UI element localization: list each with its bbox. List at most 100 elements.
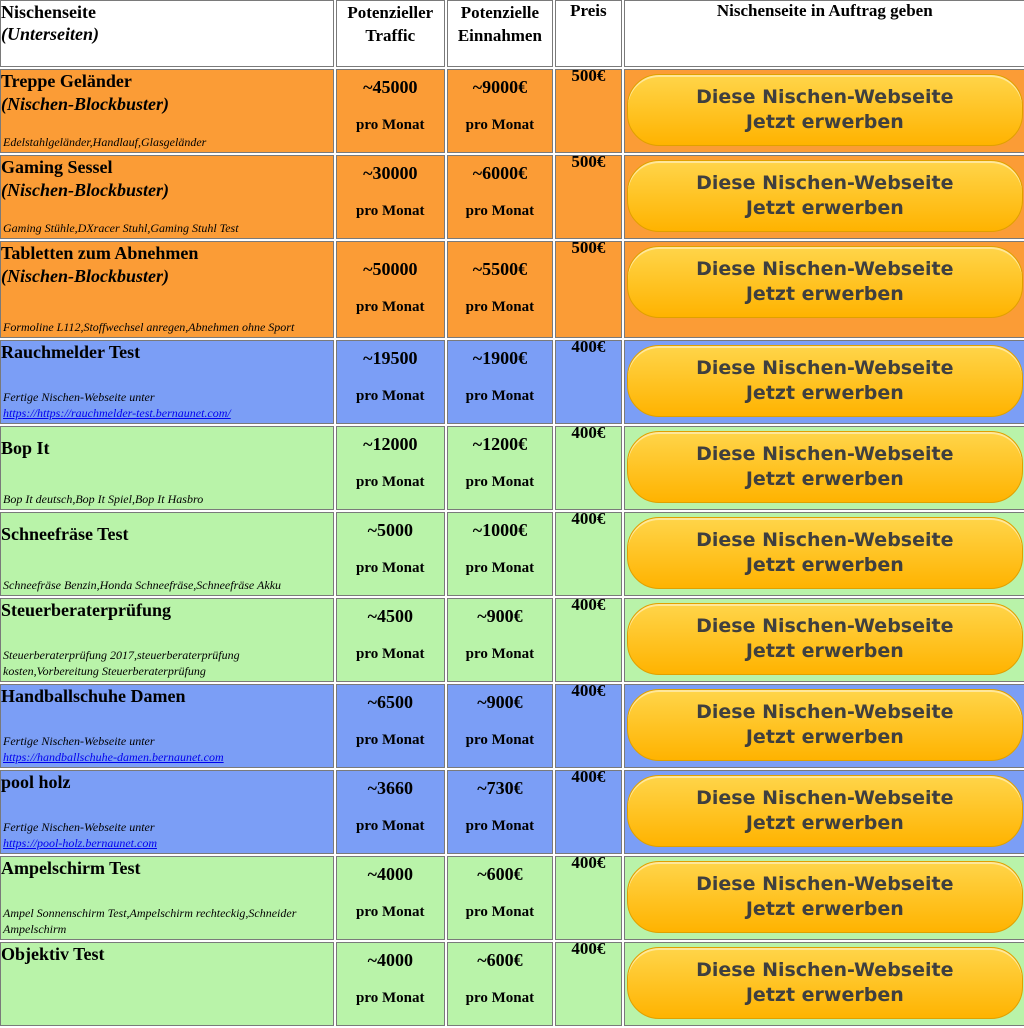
price-cell: 400€ bbox=[555, 767, 622, 854]
income-cell: ~730€ pro Monat bbox=[446, 770, 554, 854]
order-cell: Diese Nischen-Webseite Jetzt erwerben bbox=[623, 942, 1024, 1026]
traffic-cell: ~3660 pro Monat bbox=[335, 770, 445, 854]
price-value: 400€ bbox=[571, 939, 606, 958]
buy-button[interactable]: Diese Nischen-Webseite Jetzt erwerben bbox=[626, 246, 1023, 318]
price-value: 500€ bbox=[571, 66, 606, 85]
traffic-cell: ~19500 pro Monat bbox=[335, 340, 445, 424]
income-value: ~600€ bbox=[477, 864, 523, 884]
traffic-value: ~4000 bbox=[367, 950, 413, 970]
order-cell: Diese Nischen-Webseite Jetzt erwerben bbox=[623, 155, 1024, 239]
buy-button[interactable]: Diese Nischen-Webseite Jetzt erwerben bbox=[626, 74, 1023, 146]
income-cell: ~600€ pro Monat bbox=[446, 856, 554, 940]
traffic-value: ~5000 bbox=[367, 520, 413, 540]
niche-tag: (Nischen-Blockbuster) bbox=[1, 266, 169, 286]
buy-button[interactable]: Diese Nischen-Webseite Jetzt erwerben bbox=[626, 775, 1023, 847]
niche-keywords: Ampel Sonnenschirm Test,Ampelschirm rech… bbox=[3, 906, 297, 936]
traffic-value: ~12000 bbox=[363, 434, 418, 454]
buy-button-line1: Diese Nischen-Webseite bbox=[696, 701, 954, 723]
header-traffic-line1: Potenzieller bbox=[347, 3, 434, 22]
buy-button[interactable]: Diese Nischen-Webseite Jetzt erwerben bbox=[626, 431, 1023, 503]
income-cell: ~1000€ pro Monat bbox=[446, 512, 554, 596]
niche-title: Ampelschirm Test bbox=[1, 858, 141, 878]
buy-button[interactable]: Diese Nischen-Webseite Jetzt erwerben bbox=[626, 689, 1023, 761]
per-month-label: pro Monat bbox=[356, 203, 425, 219]
per-month-label: pro Monat bbox=[356, 646, 425, 662]
buy-button[interactable]: Diese Nischen-Webseite Jetzt erwerben bbox=[626, 160, 1023, 232]
buy-button-line2: Jetzt erwerben bbox=[745, 382, 904, 404]
niche-title: Bop It bbox=[1, 438, 50, 458]
niche-title: Rauchmelder Test bbox=[1, 342, 141, 362]
per-month-label: pro Monat bbox=[465, 904, 535, 920]
income-value: ~5500€ bbox=[472, 259, 528, 279]
niche-keywords: Edelstahlgeländer,Handlauf,Glasgeländer bbox=[3, 135, 207, 149]
per-month-label: pro Monat bbox=[356, 299, 425, 315]
table-row: Bop It Bop It deutsch,Bop It Spiel,Bop I… bbox=[0, 423, 1024, 510]
niche-link[interactable]: https://https://rauchmelder-test.bernaun… bbox=[3, 405, 329, 421]
income-value: ~6000€ bbox=[472, 163, 528, 183]
traffic-value: ~3660 bbox=[367, 778, 413, 798]
price-cell: 400€ bbox=[555, 595, 622, 682]
per-month-label: pro Monat bbox=[465, 203, 535, 219]
price-cell: 500€ bbox=[555, 238, 622, 338]
buy-button-line1: Diese Nischen-Webseite bbox=[696, 615, 954, 637]
per-month-label: pro Monat bbox=[465, 732, 535, 748]
header-niche-title: Nischenseite bbox=[1, 2, 96, 22]
niche-keywords: Fertige Nischen-Webseite unter https://ht… bbox=[3, 389, 329, 421]
niche-title: Handballschuhe Damen bbox=[1, 686, 186, 706]
niche-link[interactable]: https://handballschuhe-damen.bernaunet.c… bbox=[3, 749, 329, 765]
niche-keywords-text: Fertige Nischen-Webseite unter bbox=[3, 820, 155, 834]
niche-title: pool holz bbox=[1, 772, 71, 792]
order-cell: Diese Nischen-Webseite Jetzt erwerben bbox=[623, 770, 1024, 854]
traffic-cell: ~30000 pro Monat bbox=[335, 155, 445, 239]
niche-cell: Ampelschirm Test Ampel Sonnenschirm Test… bbox=[0, 856, 334, 940]
buy-button[interactable]: Diese Nischen-Webseite Jetzt erwerben bbox=[626, 517, 1023, 589]
buy-button[interactable]: Diese Nischen-Webseite Jetzt erwerben bbox=[626, 345, 1023, 417]
table-row: pool holz Fertige Nischen-Webseite unter… bbox=[0, 767, 1024, 854]
table-row: Rauchmelder Test Fertige Nischen-Webseit… bbox=[0, 337, 1024, 424]
price-cell: 400€ bbox=[555, 939, 622, 1026]
niche-link[interactable]: https://pool-holz.bernaunet.com bbox=[3, 835, 329, 851]
per-month-label: pro Monat bbox=[356, 560, 425, 576]
price-value: 400€ bbox=[571, 509, 606, 528]
niche-keywords: Fertige Nischen-Webseite unter https://ha… bbox=[3, 733, 329, 765]
price-value: 500€ bbox=[571, 152, 606, 171]
buy-button-line1: Diese Nischen-Webseite bbox=[696, 873, 954, 895]
niche-keywords: Formoline L112,Stoffwechsel anregen,Abne… bbox=[3, 320, 295, 334]
niche-cell: Treppe Geländer (Nischen-Blockbuster) Ed… bbox=[0, 69, 334, 153]
table-row: Handballschuhe Damen Fertige Nischen-Web… bbox=[0, 681, 1024, 768]
buy-button-line1: Diese Nischen-Webseite bbox=[696, 443, 954, 465]
price-cell: 500€ bbox=[555, 152, 622, 239]
niche-title: Steuerberaterprüfung bbox=[1, 600, 171, 620]
per-month-label: pro Monat bbox=[356, 990, 425, 1006]
header-income: Potenzielle Einnahmen bbox=[446, 0, 554, 67]
header-income-line2: Einnahmen bbox=[457, 26, 542, 45]
income-cell: ~9000€ pro Monat bbox=[446, 69, 554, 153]
buy-button[interactable]: Diese Nischen-Webseite Jetzt erwerben bbox=[626, 947, 1023, 1019]
niche-tag: (Nischen-Blockbuster) bbox=[1, 180, 169, 200]
buy-button-line2: Jetzt erwerben bbox=[745, 468, 904, 490]
niche-cell: Schneefräse Test Schneefräse Benzin,Hond… bbox=[0, 512, 334, 596]
price-cell: 400€ bbox=[555, 681, 622, 768]
traffic-cell: ~4000 pro Monat bbox=[335, 942, 445, 1026]
income-cell: ~1900€ pro Monat bbox=[446, 340, 554, 424]
niche-cell: Rauchmelder Test Fertige Nischen-Webseit… bbox=[0, 340, 334, 424]
order-cell: Diese Nischen-Webseite Jetzt erwerben bbox=[623, 69, 1024, 153]
income-cell: ~600€ pro Monat bbox=[446, 942, 554, 1026]
buy-button[interactable]: Diese Nischen-Webseite Jetzt erwerben bbox=[626, 603, 1023, 675]
table-row: Gaming Sessel (Nischen-Blockbuster) Gami… bbox=[0, 152, 1024, 239]
niche-keywords-text: Fertige Nischen-Webseite unter bbox=[3, 734, 155, 748]
buy-button-line1: Diese Nischen-Webseite bbox=[696, 959, 954, 981]
price-value: 400€ bbox=[571, 681, 606, 700]
niche-keywords-text: Fertige Nischen-Webseite unter bbox=[3, 390, 155, 404]
buy-button-line2: Jetzt erwerben bbox=[745, 984, 904, 1006]
niche-keywords: Fertige Nischen-Webseite unter https://po… bbox=[3, 819, 329, 851]
buy-button-line2: Jetzt erwerben bbox=[745, 111, 904, 133]
niche-keywords: Schneefräse Benzin,Honda Schneefräse,Sch… bbox=[3, 578, 282, 592]
buy-button-line2: Jetzt erwerben bbox=[745, 898, 904, 920]
table-row: Tabletten zum Abnehmen (Nischen-Blockbus… bbox=[0, 238, 1024, 338]
table-header-row: Nischenseite (Unterseiten) Potenzieller … bbox=[0, 0, 1024, 67]
buy-button[interactable]: Diese Nischen-Webseite Jetzt erwerben bbox=[626, 861, 1023, 933]
per-month-label: pro Monat bbox=[465, 388, 535, 404]
per-month-label: pro Monat bbox=[465, 560, 535, 576]
income-value: ~900€ bbox=[477, 692, 523, 712]
